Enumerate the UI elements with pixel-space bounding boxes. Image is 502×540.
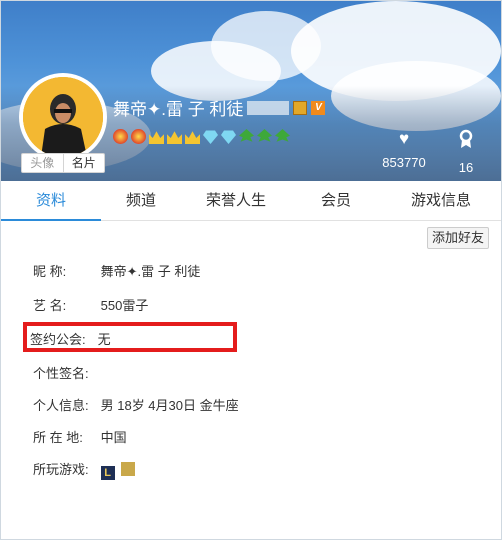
personal-label: 个人信息: [33,398,89,413]
v-level-icon: V [311,100,326,115]
nickname-label: 昵 称: [33,264,67,279]
tab-game-info[interactable]: 游戏信息 [381,181,501,220]
nickname-value: 舞帝✦.雷 子 利徒 [100,264,201,279]
honor-count: 16 [458,160,474,175]
honor-stat[interactable]: 16 [446,129,486,175]
info-row-nickname: 昵 称: 舞帝✦.雷 子 利徒 [33,261,200,280]
avatar-tabs: 头像 名片 [21,153,105,173]
tab-channel[interactable]: 频道 [101,181,181,220]
diamond-badge-icon[interactable] [221,130,236,144]
badge-row [113,129,290,144]
avatar[interactable] [23,77,103,157]
game-icon[interactable] [121,462,136,476]
profile-window: 舞帝✦.雷 子 利徒 V ♥ 853770 16 头像 名片 资料 频道 荣誉人… [0,0,502,540]
profile-tabs: 资料 频道 荣誉人生 会员 游戏信息 [1,181,501,221]
avatar-tab[interactable]: 头像 [22,154,64,172]
info-row-stage-name: 艺 名: 550雷子 [33,295,148,314]
games-label: 所玩游戏: [33,462,89,477]
card-tab[interactable]: 名片 [64,154,105,172]
crown-badge-icon[interactable] [167,131,182,144]
info-row-location: 所 在 地: 中国 [33,427,127,446]
guild-highlight-box [23,322,237,352]
profile-name: 舞帝✦.雷 子 利徒 V [113,95,326,120]
avatar-frame [19,73,107,161]
stage-name-value: 550雷子 [100,298,149,313]
stage-name-label: 艺 名: [33,298,67,313]
leaf-badge-icon[interactable] [275,129,290,142]
signature-label: 个性签名: [33,366,89,381]
diamond-badge-icon[interactable] [203,130,218,144]
tab-profile[interactable]: 资料 [1,181,101,221]
profile-name-text: 舞帝✦.雷 子 利徒 [113,100,244,119]
location-label: 所 在 地: [33,430,83,445]
name-redaction [247,100,290,115]
crown-badge-icon[interactable] [185,131,200,144]
sun-badge-icon[interactable] [113,129,128,144]
award-icon [446,129,486,154]
info-row-personal: 个人信息: 男 18岁 4月30日 金牛座 [33,395,239,414]
leaf-badge-icon[interactable] [257,129,272,142]
personal-value: 男 18岁 4月30日 金牛座 [100,398,239,413]
likes-stat[interactable]: ♥ 853770 [375,129,433,170]
info-row-games: 所玩游戏: L [33,459,138,480]
sun-badge-icon[interactable] [131,129,146,144]
vip-badge-icon [293,100,308,115]
tab-honor-life[interactable]: 荣誉人生 [181,181,291,220]
add-friend-button[interactable]: 添加好友 [427,227,489,249]
location-value: 中国 [100,430,127,445]
crown-badge-icon[interactable] [149,131,164,144]
league-of-legends-icon[interactable]: L [100,466,115,480]
heart-icon: ♥ [398,129,410,148]
leaf-badge-icon[interactable] [239,129,254,142]
likes-count: 853770 [382,155,426,170]
tab-membership[interactable]: 会员 [291,181,381,220]
info-row-signature: 个性签名: [33,363,97,382]
